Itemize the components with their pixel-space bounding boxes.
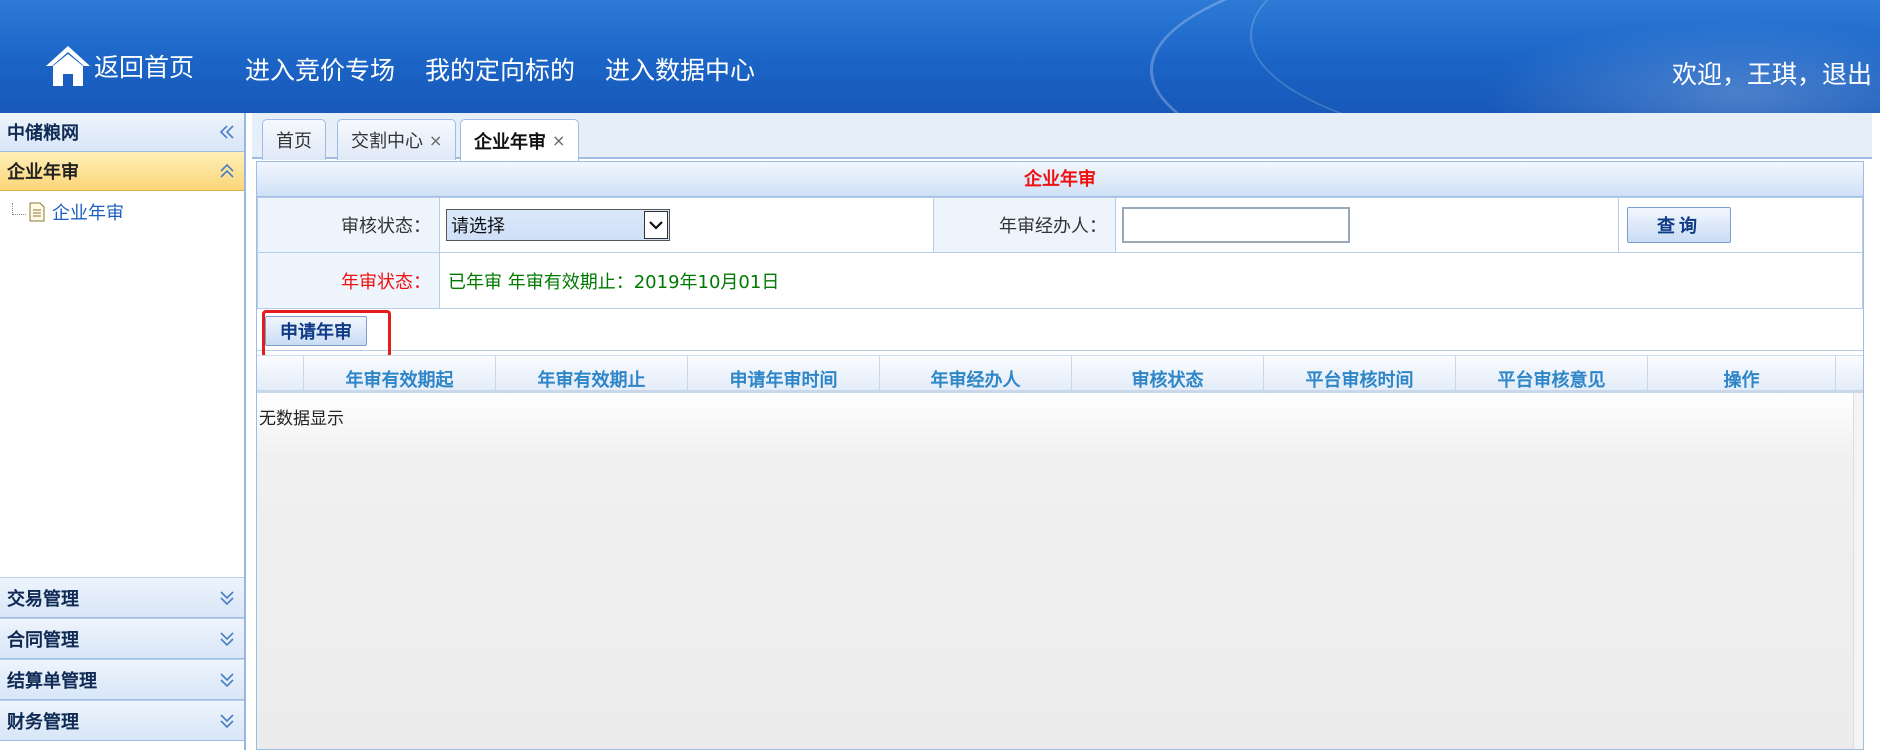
apply-annual-review-button[interactable]: 申请年审 [265,316,367,346]
column-header-actions[interactable]: 操作 [1647,356,1835,391]
action-row: 申请年审 [257,309,1863,358]
status-filter-label: 审核状态： [257,197,440,253]
sidebar-collapsed-sections: 交易管理 合同管理 结算单管理 财务管理 [0,577,244,741]
sidebar-section-label: 交易管理 [7,588,79,610]
status-select-value: 请选择 [451,216,505,237]
sidebar: 中储粮网 企业年审 企业年审 交易管理 合同管理 结算单管理 财务管理 [0,113,246,750]
tab-strip: 首页 交割中心 × 企业年审 × [252,113,1872,161]
top-header: 返回首页 进入竞价专场 我的定向标的 进入数据中心 欢迎，王琪，退出 [0,0,1880,113]
tree-item-label: 企业年审 [52,203,124,224]
agent-filter-cell [1115,197,1619,253]
agent-filter-label: 年审经办人： [933,197,1116,253]
column-header-agent[interactable]: 年审经办人 [879,356,1071,391]
status-filter-cell: 请选择 [439,197,934,253]
double-chevron-up-icon[interactable] [218,162,236,180]
tree-item-annual-review[interactable]: 企业年审 [12,199,124,225]
double-chevron-down-icon[interactable] [218,589,236,607]
sidebar-section-trade-management[interactable]: 交易管理 [0,577,244,618]
nav-my-directed-targets[interactable]: 我的定向标的 [425,54,575,88]
home-icon [44,44,92,88]
double-chevron-down-icon[interactable] [218,671,236,689]
tab-label: 交割中心 [351,131,423,152]
double-chevron-down-icon[interactable] [218,630,236,648]
grid-header-end [1835,356,1863,391]
sidebar-section-settlement-management[interactable]: 结算单管理 [0,659,244,700]
vertical-scrollbar[interactable] [1853,393,1863,749]
column-header-review-status[interactable]: 审核状态 [1071,356,1263,391]
sidebar-section-label: 财务管理 [7,711,79,733]
document-icon [29,202,45,222]
grid-header-blank [257,356,303,391]
column-header-apply-time[interactable]: 申请年审时间 [687,356,879,391]
sidebar-section-finance-management[interactable]: 财务管理 [0,700,244,741]
sidebar-section-label: 结算单管理 [7,670,97,692]
double-chevron-down-icon[interactable] [218,712,236,730]
tab-annual-review[interactable]: 企业年审 × [460,119,580,161]
nav-bidding-special[interactable]: 进入竞价专场 [245,54,395,88]
sidebar-tree: 企业年审 [0,191,244,573]
filter-form: 审核状态： 请选择 年审经办人： 查询 年审状态： 已年审 年审有效期止：201… [257,197,1863,309]
query-cell: 查询 [1618,197,1863,253]
query-button[interactable]: 查询 [1627,207,1731,243]
sidebar-section-label: 企业年审 [7,162,79,183]
main-area: 首页 交割中心 × 企业年审 × 企业年审 审核状态： 请选择 年审经办人： 查… [252,113,1872,750]
panel-title: 企业年审 [257,162,1863,197]
column-header-valid-from[interactable]: 年审有效期起 [303,356,495,391]
nav-data-center[interactable]: 进入数据中心 [605,54,755,88]
welcome-logout[interactable]: 欢迎，王琪，退出 [1672,58,1872,92]
close-icon[interactable]: × [552,131,565,150]
tree-connector [12,203,26,215]
grid-header: 年审有效期起 年审有效期止 申请年审时间 年审经办人 审核状态 平台审核时间 平… [257,355,1863,393]
annual-review-panel: 企业年审 审核状态： 请选择 年审经办人： 查询 年审状态： 已年审 年审有效期… [256,161,1864,750]
annual-status-label: 年审状态： [257,252,440,309]
status-select[interactable]: 请选择 [446,209,670,241]
close-icon[interactable]: × [429,131,442,150]
column-header-valid-until[interactable]: 年审有效期止 [495,356,687,391]
sidebar-header-main[interactable]: 中储粮网 [0,113,244,152]
column-header-platform-review-opinion[interactable]: 平台审核意见 [1455,356,1647,391]
sidebar-title: 中储粮网 [7,123,79,144]
tab-home[interactable]: 首页 [262,119,326,160]
empty-message: 无数据显示 [259,409,344,429]
sidebar-section-annual-review[interactable]: 企业年审 [0,152,244,191]
home-link[interactable]: 返回首页 [44,42,194,90]
tab-label: 首页 [276,131,312,152]
annual-status-value: 已年审 年审有效期止：2019年10月01日 [439,252,1863,309]
sidebar-section-label: 合同管理 [7,629,79,651]
home-link-label: 返回首页 [94,53,195,82]
chevron-down-icon[interactable] [644,211,668,239]
agent-input[interactable] [1122,207,1350,243]
column-header-platform-review-time[interactable]: 平台审核时间 [1263,356,1455,391]
collapse-left-icon[interactable] [218,123,236,141]
sidebar-section-contract-management[interactable]: 合同管理 [0,618,244,659]
grid-body [257,393,1863,749]
tab-label: 企业年审 [474,131,546,153]
tab-delivery-center[interactable]: 交割中心 × [337,119,457,160]
